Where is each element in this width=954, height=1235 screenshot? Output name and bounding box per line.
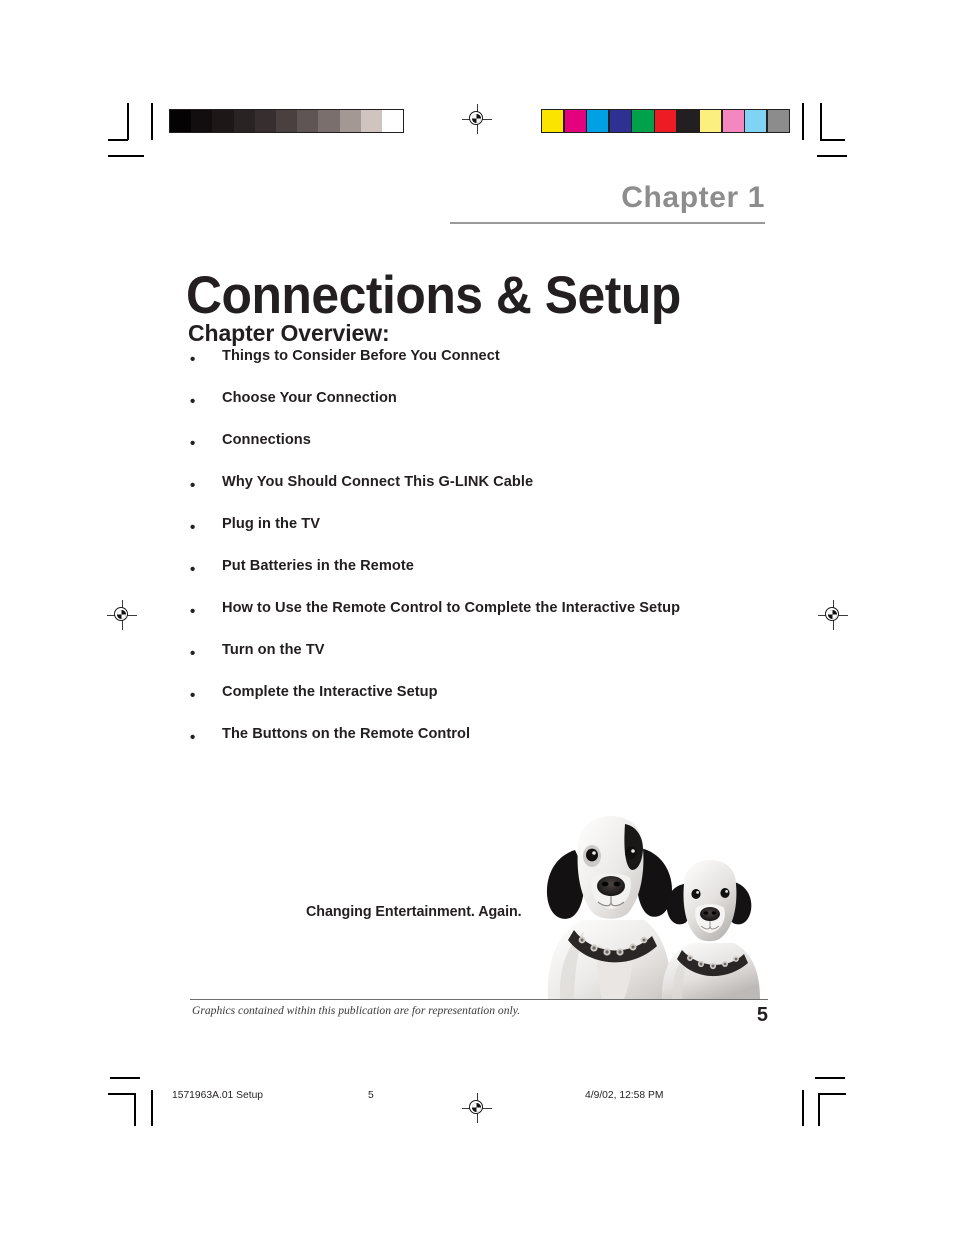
color-calibration-bar	[541, 109, 790, 133]
registration-target-bottom	[462, 1093, 492, 1123]
crop-mark-top-left-v	[127, 103, 129, 140]
crop-mark-top-left-h2	[108, 155, 144, 157]
overview-list-item: • Complete the Interactive Setup	[188, 684, 848, 726]
color-swatch	[632, 110, 654, 132]
overview-list-item: • Things to Consider Before You Connect	[188, 348, 848, 390]
crop-mark-bottom-left-h	[110, 1077, 140, 1079]
overview-list-item-label: How to Use the Remote Control to Complet…	[222, 600, 681, 616]
bullet-icon: •	[190, 393, 196, 410]
print-footer-job: 1571963A.01 Setup	[172, 1090, 264, 1101]
grayscale-swatch	[191, 110, 213, 132]
grayscale-swatch	[360, 110, 382, 132]
print-footer-timestamp: 4/9/02, 12:58 PM	[585, 1090, 664, 1101]
color-swatch	[745, 110, 767, 132]
color-swatch	[722, 110, 744, 132]
crop-mark-bottom-left-v2	[151, 1090, 153, 1126]
color-swatch	[654, 110, 677, 132]
overview-list-item-label: Why You Should Connect This G-LINK Cable	[222, 474, 534, 490]
chapter-label: Chapter 1	[621, 181, 765, 214]
grayscale-swatch	[275, 110, 298, 132]
color-swatch	[587, 110, 609, 132]
crop-mark-bottom-left-h2	[108, 1093, 136, 1095]
crop-mark-bottom-right-v2	[802, 1090, 804, 1126]
color-swatch	[677, 110, 699, 132]
overview-list-item: • Put Batteries in the Remote	[188, 558, 848, 600]
crop-mark-top-right-h2	[817, 155, 847, 157]
grayscale-swatch	[297, 110, 319, 132]
crop-mark-top-left-v2	[151, 103, 153, 140]
grayscale-swatch	[233, 110, 255, 132]
overview-list-item: • The Buttons on the Remote Control	[188, 726, 848, 768]
crop-mark-top-right-v2	[820, 103, 822, 140]
bullet-icon: •	[190, 561, 196, 578]
manual-page: Chapter 1 Connections & Setup Chapter Ov…	[0, 0, 954, 1235]
brand-tagline: Changing Entertainment. Again.	[306, 904, 522, 920]
overview-list-item-label: Complete the Interactive Setup	[222, 684, 438, 700]
overview-heading: Chapter Overview:	[188, 320, 390, 347]
registration-dot	[472, 1103, 481, 1112]
overview-list-item-label: Choose Your Connection	[222, 390, 397, 406]
bullet-icon: •	[190, 477, 196, 494]
crop-mark-bottom-right-h2	[818, 1093, 846, 1095]
registration-target-left	[107, 600, 137, 630]
grayscale-swatch	[381, 110, 404, 132]
bullet-icon: •	[190, 435, 196, 452]
overview-list-item-label: Put Batteries in the Remote	[222, 558, 414, 574]
footnote-text: Graphics contained within this publicati…	[192, 1004, 521, 1017]
overview-list-item: • Choose Your Connection	[188, 390, 848, 432]
crop-mark-bottom-right-h	[815, 1077, 845, 1079]
overview-list: • Things to Consider Before You Connect • C…	[188, 348, 848, 768]
page-number: 5	[756, 1004, 768, 1026]
color-swatch	[542, 110, 564, 132]
overview-list-item-label: Things to Consider Before You Connect	[222, 348, 500, 364]
grayscale-calibration-bar	[169, 109, 405, 133]
grayscale-swatch	[318, 110, 340, 132]
overview-list-item-label: The Buttons on the Remote Control	[222, 726, 471, 742]
print-footer-page: 5	[368, 1090, 374, 1101]
overview-list-item: • How to Use the Remote Control to Comple…	[188, 600, 848, 642]
overview-list-item-label: Plug in the TV	[222, 516, 320, 532]
bullet-icon: •	[190, 519, 196, 536]
overview-list-item: • Connections	[188, 432, 848, 474]
grayscale-swatch	[254, 110, 276, 132]
overview-list-item: • Plug in the TV	[188, 516, 848, 558]
crop-mark-top-right-h	[820, 139, 845, 141]
color-swatch	[609, 110, 631, 132]
overview-list-item: • Why You Should Connect This G-LINK Cabl…	[188, 474, 848, 516]
page-title: Connections & Setup	[186, 265, 681, 325]
footnote-rule	[190, 999, 768, 1001]
color-swatch	[700, 110, 722, 132]
grayscale-swatch	[170, 110, 192, 132]
registration-dot	[472, 114, 481, 123]
color-swatch	[564, 110, 586, 132]
bullet-icon: •	[190, 645, 196, 662]
grayscale-swatch	[339, 110, 361, 132]
crop-mark-bottom-right-v	[818, 1093, 820, 1126]
bullet-icon: •	[190, 351, 196, 368]
overview-list-item-label: Turn on the TV	[222, 642, 325, 658]
chapter-rule	[450, 222, 765, 224]
crop-mark-bottom-left-v	[134, 1093, 136, 1126]
bullet-icon: •	[190, 687, 196, 704]
overview-list-item-label: Connections	[222, 432, 311, 448]
bullet-icon: •	[190, 603, 196, 620]
crop-mark-top-left-h	[108, 139, 128, 141]
registration-target-top	[462, 104, 492, 134]
overview-list-item: • Turn on the TV	[188, 642, 848, 684]
grayscale-swatch	[212, 110, 234, 132]
bullet-icon: •	[190, 729, 196, 746]
registration-dot	[117, 610, 126, 619]
dogs-photo	[512, 812, 770, 999]
color-swatch	[767, 110, 789, 132]
crop-mark-top-right-v	[802, 103, 804, 140]
